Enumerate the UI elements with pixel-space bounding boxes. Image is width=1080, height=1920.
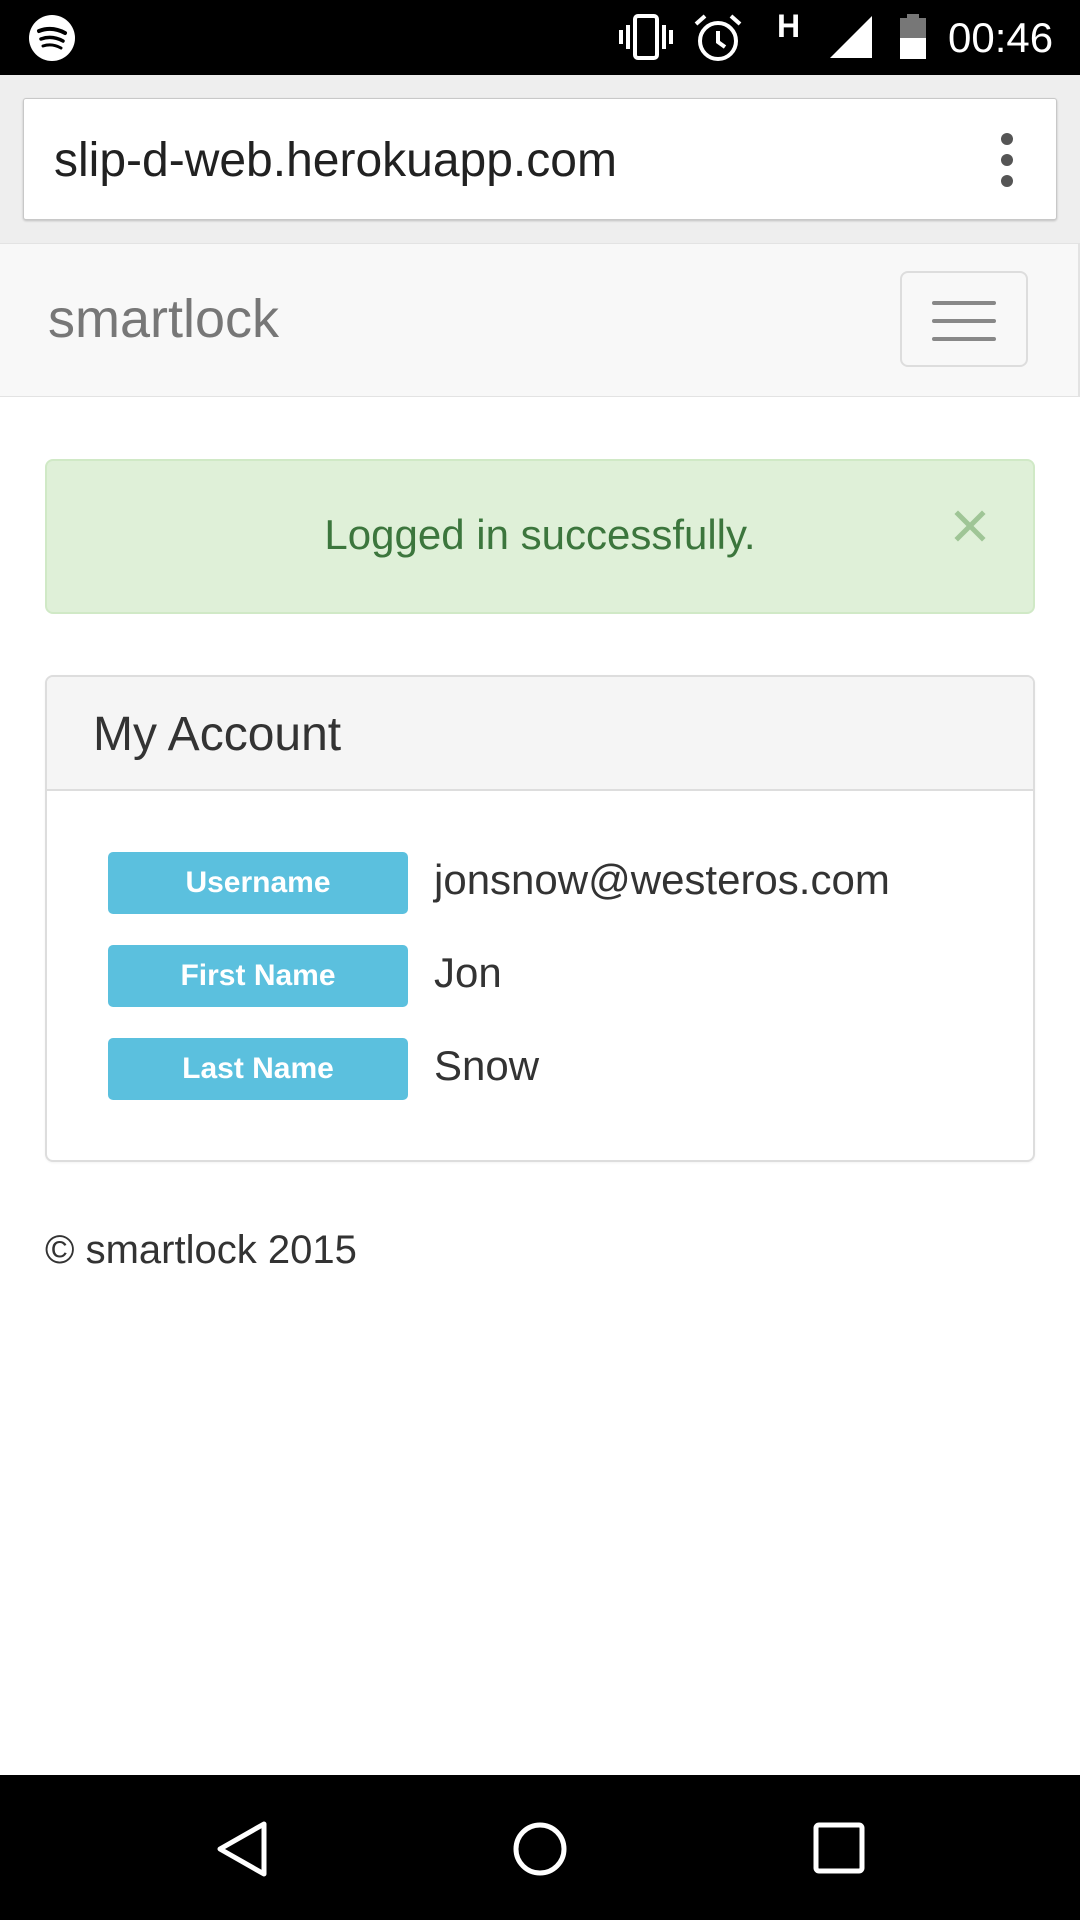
- battery-icon: [900, 14, 926, 59]
- success-alert: Logged in successfully.: [45, 459, 1035, 614]
- field-label: Last Name: [108, 1038, 408, 1100]
- field-row-first-name: First Name Jon: [108, 945, 988, 1007]
- url-text[interactable]: slip-d-web.herokuapp.com: [54, 133, 617, 189]
- panel-title: My Account: [93, 708, 342, 761]
- signal-icon: [830, 16, 872, 58]
- field-label: First Name: [108, 945, 408, 1007]
- site-navbar: smartlock: [0, 243, 1080, 397]
- navbar-brand[interactable]: smartlock: [48, 288, 279, 350]
- field-row-username: Username jonsnow@westeros.com: [108, 852, 988, 914]
- status-bar: H 00:46: [0, 0, 1080, 75]
- home-icon[interactable]: [512, 1819, 568, 1879]
- account-panel: My Account Username jonsnow@westeros.com…: [45, 675, 1035, 1162]
- field-value: Jon: [434, 949, 502, 996]
- field-value: jonsnow@westeros.com: [434, 856, 890, 903]
- spotify-icon: [29, 15, 75, 61]
- address-bar[interactable]: slip-d-web.herokuapp.com: [23, 98, 1057, 220]
- status-time: 00:46: [948, 14, 1054, 61]
- alert-message: Logged in successfully.: [324, 511, 756, 558]
- panel-heading: My Account: [47, 677, 1033, 791]
- footer-copyright: © smartlock 2015: [45, 1228, 357, 1272]
- back-icon[interactable]: [214, 1819, 270, 1879]
- browser-toolbar: slip-d-web.herokuapp.com: [0, 75, 1080, 243]
- hamburger-icon: [932, 301, 996, 305]
- field-value: Snow: [434, 1042, 540, 1089]
- field-row-last-name: Last Name Snow: [108, 1038, 988, 1100]
- close-icon[interactable]: [950, 506, 990, 546]
- recents-icon[interactable]: [812, 1821, 866, 1875]
- more-vert-icon[interactable]: [1000, 133, 1014, 187]
- vibrate-icon: [619, 14, 673, 60]
- navbar-toggle-button[interactable]: [900, 271, 1028, 367]
- alarm-icon: [694, 14, 742, 61]
- field-label: Username: [108, 852, 408, 914]
- network-h-icon: H: [777, 8, 801, 44]
- system-nav-bar: [0, 1775, 1080, 1920]
